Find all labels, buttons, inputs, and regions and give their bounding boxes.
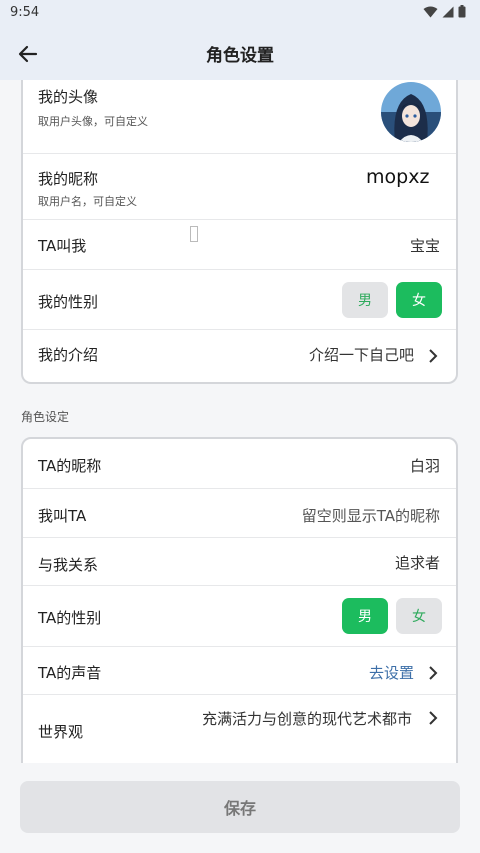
relation-row[interactable]: 与我关系 追求者 bbox=[23, 538, 456, 586]
avatar-label: 我的头像 bbox=[38, 88, 99, 106]
ta-gender-male-button[interactable]: 男 bbox=[342, 598, 388, 634]
status-bar: 9:54 bbox=[0, 0, 480, 26]
chevron-right-icon bbox=[429, 711, 438, 725]
chevron-right-icon bbox=[429, 666, 438, 680]
nickname-value[interactable]: mopxz bbox=[366, 165, 440, 189]
nickname-label: 我的昵称 bbox=[38, 170, 99, 188]
ta-voice-label: TA的声音 bbox=[38, 664, 102, 682]
nickname-row[interactable]: 我的昵称 取用户名，可自定义 mopxz bbox=[23, 154, 456, 220]
i-call-ta-input[interactable]: 留空则显示TA的昵称 bbox=[302, 505, 440, 526]
ta-gender-toggle: 男 女 bbox=[342, 598, 442, 634]
wifi-icon bbox=[423, 6, 438, 17]
page-title: 角色设置 bbox=[206, 46, 274, 66]
save-button[interactable]: 保存 bbox=[20, 781, 460, 833]
ta-calls-me-value: 宝宝 bbox=[409, 237, 440, 255]
ta-calls-me-row[interactable]: TA叫我 宝宝 bbox=[23, 220, 456, 270]
ta-gender-female-button[interactable]: 女 bbox=[396, 598, 442, 634]
world-value: 充满活力与创意的现代艺术都市 bbox=[201, 710, 412, 728]
status-icons bbox=[423, 5, 466, 18]
status-time: 9:54 bbox=[10, 5, 40, 20]
signal-icon bbox=[442, 6, 454, 17]
avatar-row[interactable]: 我的头像 取用户头像，可自定义 bbox=[23, 80, 456, 154]
relation-value: 追求者 bbox=[394, 554, 440, 572]
chevron-right-icon bbox=[429, 349, 438, 363]
battery-icon bbox=[458, 5, 466, 18]
my-gender-row: 我的性别 男 女 bbox=[23, 270, 456, 330]
ta-gender-row: TA的性别 男 女 bbox=[23, 586, 456, 647]
my-gender-toggle: 男 女 bbox=[342, 282, 442, 318]
my-gender-male-button[interactable]: 男 bbox=[342, 282, 388, 318]
world-label: 世界观 bbox=[38, 723, 84, 741]
text-cursor-glyph bbox=[190, 226, 198, 242]
role-section-heading: 角色设定 bbox=[21, 410, 70, 424]
my-gender-female-button[interactable]: 女 bbox=[396, 282, 442, 318]
ta-voice-value: 去设置 bbox=[368, 664, 414, 682]
my-intro-row[interactable]: 我的介绍 介绍一下自己吧 bbox=[23, 330, 456, 380]
i-call-ta-label: 我叫TA bbox=[38, 507, 87, 525]
world-row[interactable]: 世界观 充满活力与创意的现代艺术都市 bbox=[23, 695, 456, 763]
ta-nickname-row[interactable]: TA的昵称 白羽 bbox=[23, 439, 456, 489]
bottom-bar: 保存 bbox=[0, 763, 480, 853]
role-settings-card: TA的昵称 白羽 我叫TA 留空则显示TA的昵称 与我关系 追求者 TA的性别 … bbox=[21, 437, 458, 763]
my-gender-label: 我的性别 bbox=[38, 293, 99, 311]
avatar-sub: 取用户头像，可自定义 bbox=[38, 115, 148, 128]
i-call-ta-row[interactable]: 我叫TA 留空则显示TA的昵称 bbox=[23, 489, 456, 538]
nickname-sub: 取用户名，可自定义 bbox=[38, 195, 137, 208]
app-bar: 角色设置 bbox=[0, 26, 480, 80]
ta-nickname-value: 白羽 bbox=[409, 457, 440, 475]
profile-card: 我的头像 取用户头像，可自定义 我的昵称 取用户名，可自定义 mopxz TA叫… bbox=[21, 80, 458, 384]
my-intro-label: 我的介绍 bbox=[38, 346, 99, 364]
avatar-image bbox=[381, 82, 441, 142]
ta-gender-label: TA的性别 bbox=[38, 609, 102, 627]
avatar[interactable] bbox=[381, 82, 441, 142]
settings-scroll-area[interactable]: 我的头像 取用户头像，可自定义 我的昵称 取用户名，可自定义 mopxz TA叫… bbox=[0, 80, 480, 763]
ta-voice-row[interactable]: TA的声音 去设置 bbox=[23, 647, 456, 695]
my-intro-value: 介绍一下自己吧 bbox=[308, 346, 414, 364]
ta-nickname-label: TA的昵称 bbox=[38, 457, 102, 475]
relation-label: 与我关系 bbox=[38, 556, 99, 574]
ta-calls-me-label: TA叫我 bbox=[38, 237, 87, 255]
